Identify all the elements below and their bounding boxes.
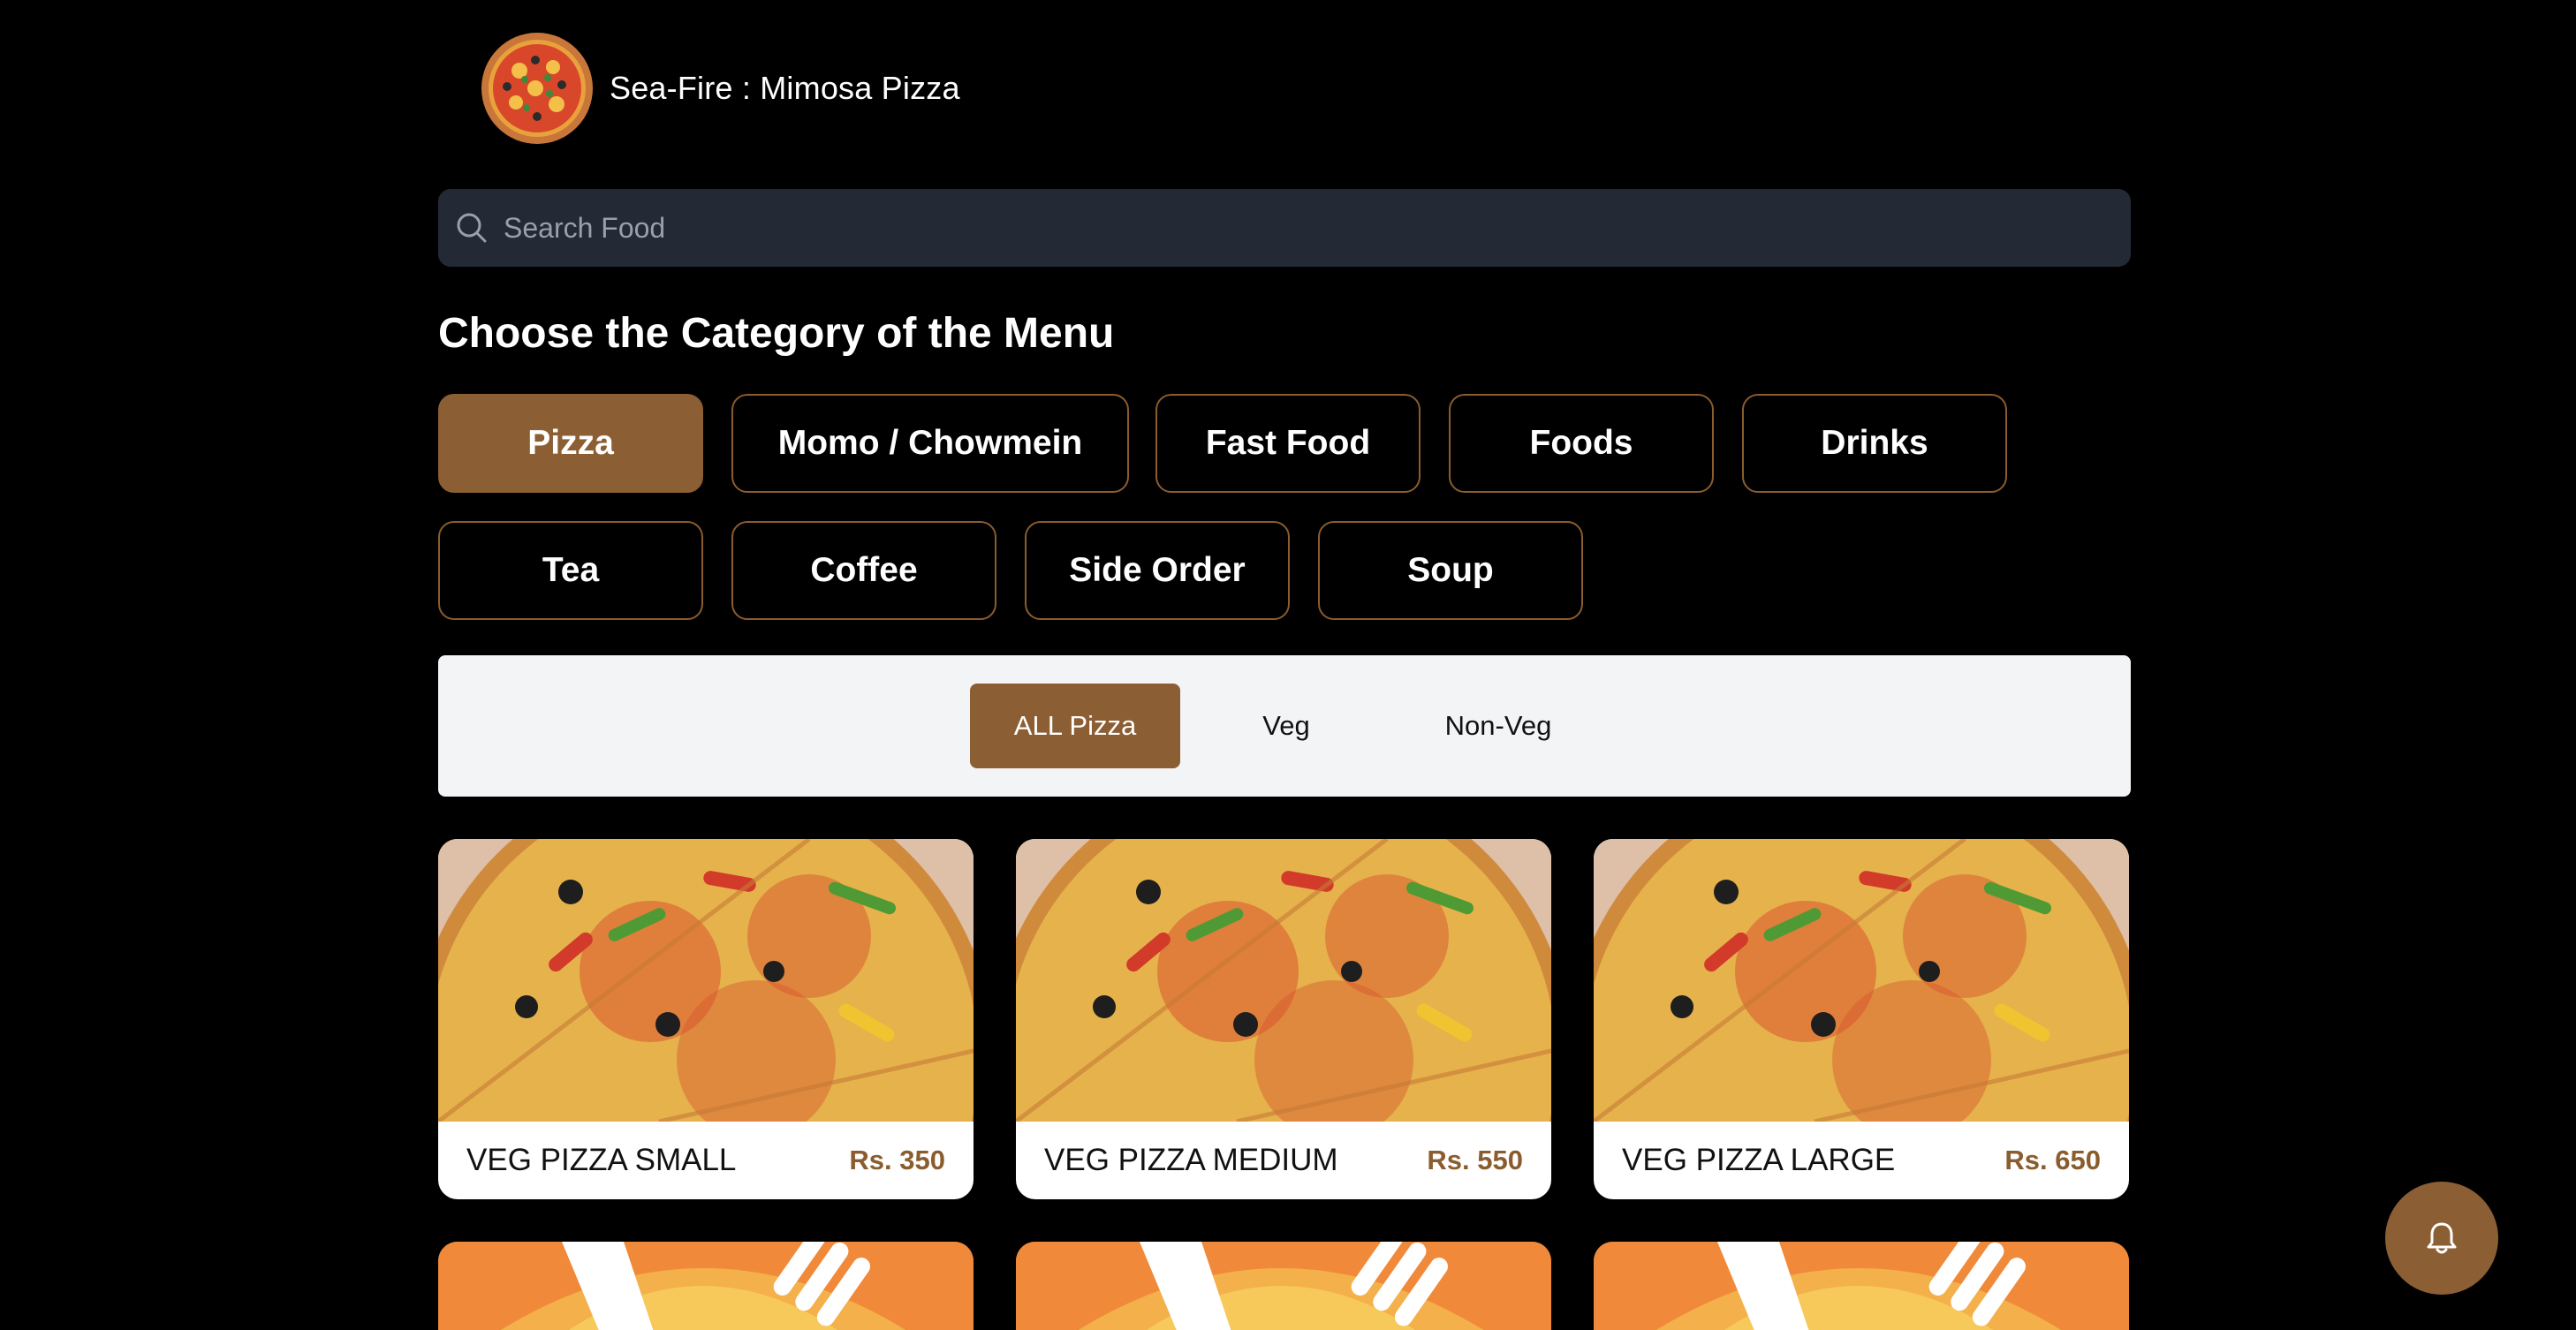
category-soup[interactable]: Soup <box>1318 521 1583 620</box>
search-input[interactable] <box>504 189 2131 267</box>
tab-label: Veg <box>1262 710 1310 741</box>
fork-knife-icon <box>438 1242 974 1330</box>
category-fast-food[interactable]: Fast Food <box>1155 394 1421 493</box>
product-name: VEG PIZZA MEDIUM <box>1044 1143 1338 1177</box>
card-info: VEG PIZZA LARGE Rs. 650 <box>1594 1122 2129 1199</box>
pizza-image <box>1016 839 1551 1122</box>
category-label: Soup <box>1407 551 1494 589</box>
pizza-image <box>438 839 974 1122</box>
header: Sea-Fire : Mimosa Pizza <box>481 32 960 145</box>
category-drinks[interactable]: Drinks <box>1742 394 2007 493</box>
search-icon <box>454 210 489 246</box>
search-bar[interactable] <box>438 189 2131 267</box>
tab-all-pizza[interactable]: ALL Pizza <box>970 684 1180 768</box>
section-title: Choose the Category of the Menu <box>438 310 1115 357</box>
tab-label: ALL Pizza <box>1013 710 1137 741</box>
product-name: VEG PIZZA LARGE <box>1622 1143 1896 1177</box>
bell-icon <box>2427 1222 2457 1254</box>
category-pizza[interactable]: Pizza <box>438 394 703 493</box>
tab-non-veg[interactable]: Non-Veg <box>1392 684 1604 768</box>
fork-knife-icon <box>1016 1242 1551 1330</box>
product-card-placeholder[interactable] <box>1016 1242 1551 1330</box>
brand-name: Sea-Fire : Mimosa Pizza <box>610 70 960 106</box>
product-card[interactable]: VEG PIZZA MEDIUM Rs. 550 <box>1016 839 1551 1199</box>
category-coffee[interactable]: Coffee <box>731 521 996 620</box>
product-price: Rs. 650 <box>2004 1145 2101 1175</box>
category-label: Foods <box>1529 424 1633 462</box>
filter-tabs: ALL Pizza Veg Non-Veg <box>438 655 2131 797</box>
product-price: Rs. 550 <box>1427 1145 1523 1175</box>
product-card-placeholder[interactable] <box>1594 1242 2129 1330</box>
product-card[interactable]: VEG PIZZA LARGE Rs. 650 <box>1594 839 2129 1199</box>
category-label: Tea <box>542 551 600 589</box>
pizza-image <box>1594 839 2129 1122</box>
fork-knife-icon <box>1594 1242 2129 1330</box>
category-side-order[interactable]: Side Order <box>1025 521 1290 620</box>
menu-page: Sea-Fire : Mimosa Pizza Choose the Categ… <box>0 0 2576 1330</box>
product-name: VEG PIZZA SMALL <box>466 1143 737 1177</box>
product-card[interactable]: VEG PIZZA SMALL Rs. 350 <box>438 839 974 1199</box>
category-label: Side Order <box>1069 551 1246 589</box>
category-foods[interactable]: Foods <box>1449 394 1714 493</box>
notification-button[interactable] <box>2385 1182 2498 1295</box>
category-momo-chowmein[interactable]: Momo / Chowmein <box>731 394 1129 493</box>
category-label: Momo / Chowmein <box>777 424 1083 462</box>
category-label: Pizza <box>527 424 614 462</box>
pizza-logo-icon[interactable] <box>481 32 594 145</box>
tab-label: Non-Veg <box>1444 710 1552 741</box>
product-price: Rs. 350 <box>849 1145 945 1175</box>
tab-veg[interactable]: Veg <box>1207 684 1366 768</box>
category-tea[interactable]: Tea <box>438 521 703 620</box>
card-info: VEG PIZZA SMALL Rs. 350 <box>438 1122 974 1199</box>
product-card-placeholder[interactable] <box>438 1242 974 1330</box>
category-label: Coffee <box>810 551 918 589</box>
category-label: Fast Food <box>1205 424 1371 462</box>
card-info: VEG PIZZA MEDIUM Rs. 550 <box>1016 1122 1551 1199</box>
category-label: Drinks <box>1821 424 1928 462</box>
